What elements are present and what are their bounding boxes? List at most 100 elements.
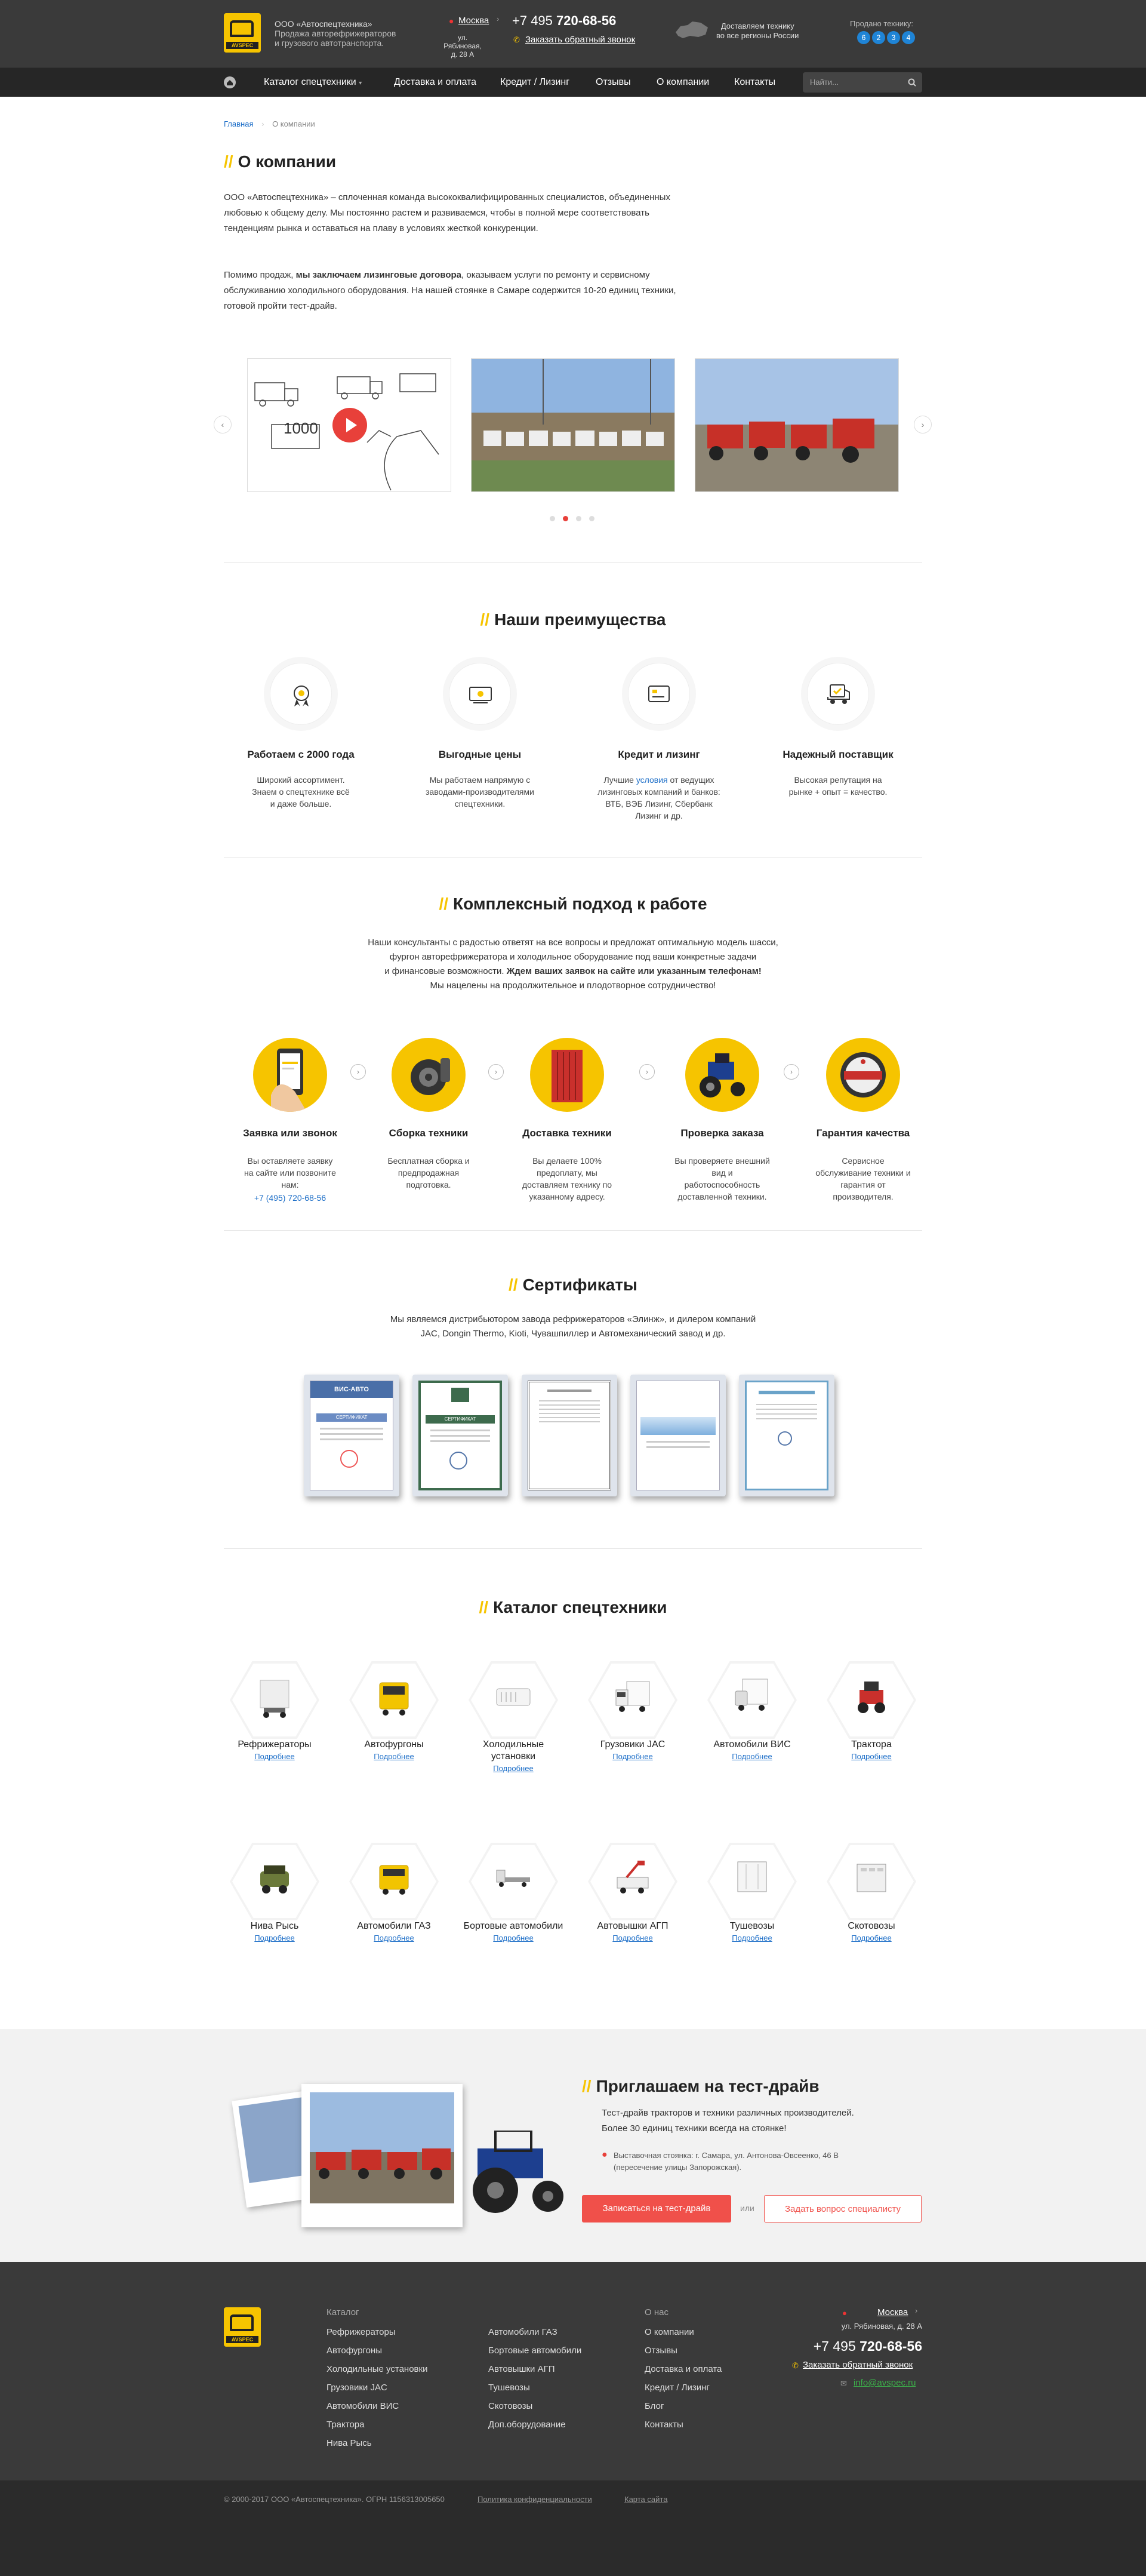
catalog-item-agp[interactable]: Автовышки АГП Подробнее bbox=[579, 1843, 686, 1942]
nav-delivery[interactable]: Доставка и оплата bbox=[394, 67, 476, 97]
privacy-link[interactable]: Политика конфиденциальности bbox=[478, 2495, 592, 2504]
slider-photo-tractors[interactable] bbox=[695, 358, 899, 492]
copyright: © 2000-2017 ООО «Автоспецтехника». ОГРН … bbox=[224, 2495, 445, 2504]
step-text: Вы проверяете внешний вид и работоспособ… bbox=[674, 1156, 770, 1201]
footer-link[interactable]: О компании bbox=[645, 2323, 722, 2341]
footer-logo[interactable]: AVSPEC bbox=[224, 2307, 261, 2347]
catalog-item-tractors[interactable]: Трактора Подробнее bbox=[818, 1661, 925, 1761]
footer-link[interactable]: Отзывы bbox=[645, 2341, 722, 2360]
callback-link[interactable]: Заказать обратный звонок bbox=[525, 35, 635, 45]
slider-dot-3[interactable] bbox=[576, 516, 581, 521]
more-link[interactable]: Подробнее bbox=[460, 1933, 567, 1942]
footer-link[interactable]: Нива Рысь bbox=[326, 2434, 427, 2452]
more-link[interactable]: Подробнее bbox=[698, 1752, 806, 1761]
footer-link[interactable]: Рефрижераторы bbox=[326, 2323, 427, 2341]
catalog-item-jac[interactable]: Грузовики JAC Подробнее bbox=[579, 1661, 686, 1761]
catalog-item-cooling-units[interactable]: Холодильные установки Подробнее bbox=[460, 1661, 567, 1773]
footer-link[interactable]: Грузовики JAC bbox=[326, 2378, 427, 2397]
more-link[interactable]: Подробнее bbox=[579, 1933, 686, 1942]
refrigerator-truck-icon bbox=[260, 1680, 289, 1718]
more-link[interactable]: Подробнее bbox=[460, 1764, 567, 1773]
footer-link[interactable]: Трактора bbox=[326, 2415, 427, 2434]
phone-icon: ✆ bbox=[792, 2361, 799, 2370]
step-phone-link[interactable]: +7 (495) 720-68-56 bbox=[230, 1192, 350, 1204]
breadcrumb-home[interactable]: Главная bbox=[224, 119, 253, 128]
phone-icon: ✆ bbox=[513, 35, 520, 44]
more-link[interactable]: Подробнее bbox=[579, 1752, 686, 1761]
slider-video-thumb[interactable]: 1000 bbox=[247, 358, 451, 492]
nav-about[interactable]: О компании bbox=[657, 67, 709, 97]
nav-catalog[interactable]: Каталог спецтехники ▾ bbox=[264, 67, 362, 97]
footer-link[interactable]: Блог bbox=[645, 2397, 722, 2415]
slider-dot-1[interactable] bbox=[550, 516, 555, 521]
testdrive-title: //Приглашаем на тест-драйв bbox=[582, 2077, 820, 2095]
footer-link[interactable]: Кредит / Лизинг bbox=[645, 2378, 722, 2397]
more-link[interactable]: Подробнее bbox=[340, 1933, 448, 1942]
nav-contacts[interactable]: Контакты bbox=[734, 67, 775, 97]
location-pin-icon: ● bbox=[602, 2150, 608, 2160]
sitemap-link[interactable]: Карта сайта bbox=[624, 2495, 667, 2504]
catalog-item-vans[interactable]: Автофургоны Подробнее bbox=[340, 1661, 448, 1761]
slider-next-button[interactable]: › bbox=[914, 416, 932, 434]
city-select[interactable]: Москва bbox=[458, 16, 489, 26]
search-icon[interactable] bbox=[908, 78, 916, 87]
search-input[interactable]: Найти... bbox=[803, 72, 922, 93]
or-label: или bbox=[740, 2203, 754, 2213]
more-link[interactable]: Подробнее bbox=[818, 1752, 925, 1761]
catalog-item-vis[interactable]: Автомобили ВИС Подробнее bbox=[698, 1661, 806, 1761]
mail-icon: ✉ bbox=[840, 2379, 847, 2388]
certificate-thumb[interactable] bbox=[739, 1375, 834, 1496]
certificate-thumb[interactable] bbox=[522, 1375, 617, 1496]
footer-link[interactable]: Бортовые автомобили bbox=[488, 2341, 581, 2360]
main-nav: Каталог спецтехники ▾ Доставка и оплата … bbox=[0, 67, 1146, 97]
conditions-link[interactable]: условия bbox=[636, 775, 668, 785]
catalog-item-gaz[interactable]: Автомобили ГАЗ Подробнее bbox=[340, 1843, 448, 1942]
quality-badge-icon bbox=[826, 1038, 900, 1112]
footer-link[interactable]: Автомобили ВИС bbox=[326, 2397, 427, 2415]
catalog-item-flatbed[interactable]: Бортовые автомобили Подробнее bbox=[460, 1843, 567, 1942]
more-link[interactable]: Подробнее bbox=[340, 1752, 448, 1761]
certificates-title: //Сертификаты bbox=[509, 1275, 637, 1294]
advantage-text: Лучшие условия от ведущих лизинговых ком… bbox=[597, 775, 720, 820]
footer-link[interactable]: Доставка и оплата bbox=[645, 2360, 722, 2378]
footer-link[interactable]: Доп.оборудование bbox=[488, 2415, 581, 2434]
more-link[interactable]: Подробнее bbox=[818, 1933, 925, 1942]
catalog-item-niva[interactable]: Нива Рысь Подробнее bbox=[221, 1843, 328, 1942]
slider-prev-button[interactable]: ‹ bbox=[214, 416, 232, 434]
footer-link[interactable]: Автофургоны bbox=[326, 2341, 427, 2360]
advantage-item: Работаем с 2000 года Широкий ассортимент… bbox=[226, 663, 375, 810]
certificate-thumb[interactable]: СЕРТИФИКАТ bbox=[412, 1375, 508, 1496]
footer-link[interactable]: Скотовозы bbox=[488, 2397, 581, 2415]
footer-link[interactable]: Холодильные установки bbox=[326, 2360, 427, 2378]
home-icon[interactable] bbox=[224, 76, 236, 88]
more-link[interactable]: Подробнее bbox=[221, 1933, 328, 1942]
catalog-item-refrigerators[interactable]: Рефрижераторы Подробнее bbox=[221, 1661, 328, 1761]
catalog-item-livestock[interactable]: Скотовозы Подробнее bbox=[818, 1843, 925, 1942]
footer-link[interactable]: Тушевозы bbox=[488, 2378, 581, 2397]
nav-reviews[interactable]: Отзывы bbox=[596, 67, 631, 97]
slider-dot-4[interactable] bbox=[589, 516, 594, 521]
company-logo[interactable]: AVSPEC bbox=[224, 13, 261, 53]
signup-testdrive-button[interactable]: Записаться на тест-драйв bbox=[582, 2195, 731, 2223]
more-link[interactable]: Подробнее bbox=[698, 1933, 806, 1942]
footer-bottom: © 2000-2017 ООО «Автоспецтехника». ОГРН … bbox=[0, 2480, 1146, 2576]
footer-link[interactable]: Автомобили ГАЗ bbox=[488, 2323, 581, 2341]
van-icon bbox=[379, 1682, 409, 1716]
catalog-item-carcass-transport[interactable]: Тушевозы Подробнее bbox=[698, 1843, 806, 1942]
footer-email-link[interactable]: info@avspec.ru bbox=[854, 2378, 916, 2388]
footer-callback-link[interactable]: Заказать обратный звонок bbox=[803, 2360, 913, 2370]
footer-phone[interactable]: +7 495 720-68-56 bbox=[799, 2338, 922, 2354]
certificate-thumb[interactable] bbox=[630, 1375, 726, 1496]
footer-link[interactable]: Контакты bbox=[645, 2415, 722, 2434]
certificate-thumb[interactable]: ВИС-АВТО СЕРТИФИКАТ bbox=[304, 1375, 399, 1496]
header-phone[interactable]: +7 495 720-68-56 bbox=[512, 13, 616, 29]
play-icon[interactable] bbox=[332, 408, 367, 442]
ask-specialist-button[interactable]: Задать вопрос специалисту bbox=[764, 2195, 922, 2223]
more-link[interactable]: Подробнее bbox=[221, 1752, 328, 1761]
slider-dot-2-active[interactable] bbox=[563, 516, 568, 521]
advantage-title: Кредит и лизинг bbox=[618, 749, 700, 760]
slider-photo-parking[interactable] bbox=[471, 358, 675, 492]
footer-link[interactable]: Автовышки АГП bbox=[488, 2360, 581, 2378]
nav-credit[interactable]: Кредит / Лизинг bbox=[500, 67, 569, 97]
footer-city-select[interactable]: Москва bbox=[877, 2307, 908, 2317]
